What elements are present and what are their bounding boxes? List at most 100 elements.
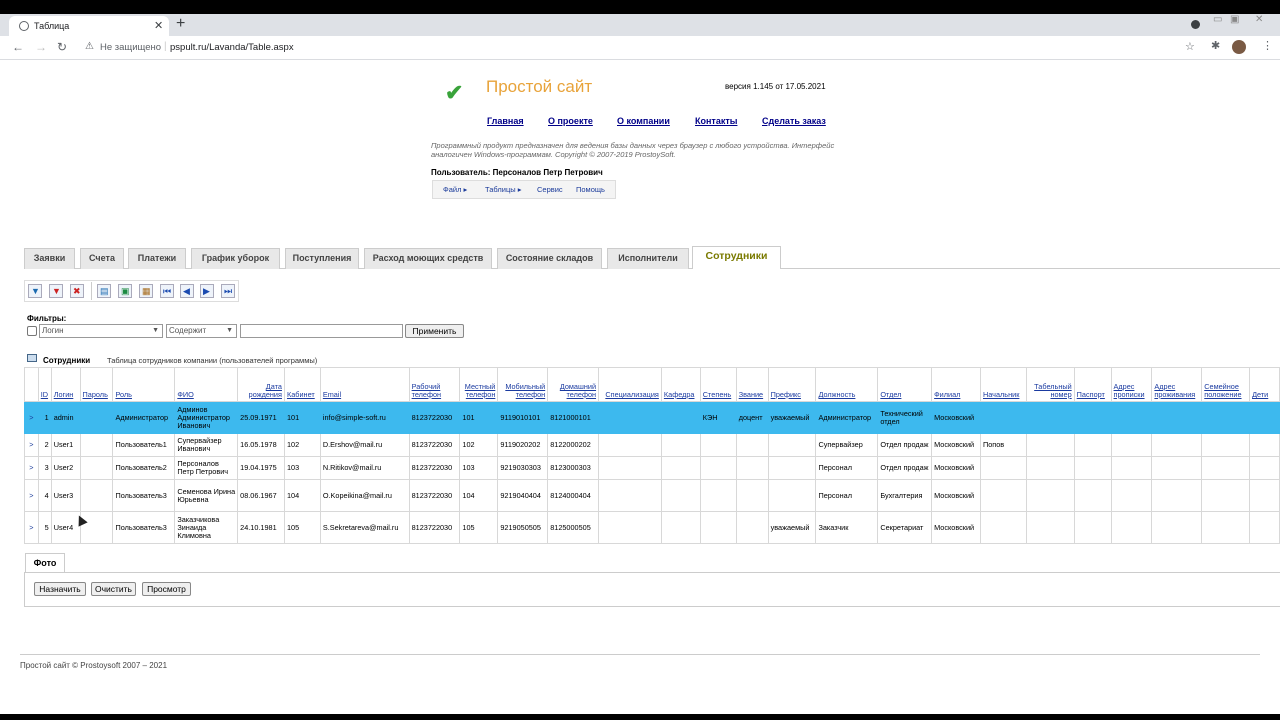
first-page-icon[interactable]: ⏮ (160, 284, 174, 298)
column-header-label[interactable]: Специализация (601, 391, 659, 399)
column-header-label[interactable]: Филиал (934, 391, 978, 399)
apply-button[interactable]: Применить (405, 324, 464, 338)
column-header[interactable]: Рабочий телефон (408, 367, 461, 402)
column-header[interactable]: Адрес прописки (1110, 367, 1153, 402)
column-header-label[interactable]: Логин (54, 391, 78, 399)
table-row[interactable]: >5 User4 Пользователь3 Заказчикова Зинаида … (24, 511, 1280, 544)
tab-receipts[interactable]: Поступления (285, 248, 359, 269)
column-header-label[interactable]: Дата рождения (240, 383, 282, 399)
column-header-label[interactable]: Мобильный телефон (500, 383, 545, 399)
tab-invoices[interactable]: Счета (80, 248, 124, 269)
nav-link-order[interactable]: Сделать заказ (762, 116, 826, 126)
filter-icon[interactable]: ▼ (28, 284, 42, 298)
tab-detergent-usage[interactable]: Расход моющих средств (364, 248, 492, 269)
filter-value-input[interactable] (240, 324, 403, 338)
column-header-label[interactable]: Адрес проживания (1154, 383, 1199, 399)
column-header[interactable]: Степень (699, 367, 737, 402)
copy-icon[interactable]: ▣ (118, 284, 132, 298)
column-header-label[interactable]: Отдел (880, 391, 929, 399)
last-page-icon[interactable]: ⏭ (221, 284, 235, 298)
column-header[interactable]: Звание (735, 367, 769, 402)
column-header-label[interactable]: ID (41, 391, 49, 399)
tab-payments[interactable]: Платежи (128, 248, 186, 269)
row-select-arrow[interactable]: > (24, 456, 39, 480)
column-header-label[interactable]: Email (323, 391, 407, 399)
tab-warehouse-state[interactable]: Состояние складов (497, 248, 602, 269)
security-label[interactable]: Не защищено (100, 42, 161, 53)
column-header-label[interactable]: ФИО (177, 391, 235, 399)
filter-condition-select[interactable]: Содержит ▼ (166, 324, 237, 338)
menu-dots-icon[interactable]: ⋮ (1262, 39, 1273, 52)
new-tab-button[interactable]: + (176, 15, 185, 33)
print-icon[interactable]: ▦ (139, 284, 153, 298)
column-header[interactable]: Семейное положение (1201, 367, 1251, 402)
browser-tab[interactable]: Таблица ✕ (9, 16, 169, 36)
url-text[interactable]: pspult.ru/Lavanda/Table.aspx (170, 42, 294, 53)
column-header-label[interactable]: Табельный номер (1029, 383, 1072, 399)
column-header-label[interactable]: Должность (818, 391, 875, 399)
avatar[interactable] (1232, 40, 1246, 54)
assign-button[interactable]: Назначить (34, 582, 86, 596)
column-header[interactable]: Местный телефон (459, 367, 499, 402)
warning-icon[interactable]: ⚠ (85, 41, 94, 52)
column-header[interactable]: Логин (50, 367, 81, 402)
bookmark-star-icon[interactable]: ☆ (1185, 40, 1195, 53)
tab-cleaning-schedule[interactable]: График уборок (191, 248, 280, 269)
column-header-label[interactable]: Семейное положение (1204, 383, 1247, 399)
menu-file[interactable]: Файл ▸ (443, 185, 467, 194)
column-header-label[interactable]: Дети (1252, 391, 1277, 399)
column-header[interactable]: Мобильный телефон (497, 367, 549, 402)
column-header-label[interactable]: Кабинет (287, 391, 318, 399)
column-header-label[interactable]: Адрес прописки (1114, 383, 1150, 399)
menu-service[interactable]: Сервис (537, 185, 563, 194)
tab-photo[interactable]: Фото (25, 553, 65, 573)
column-header[interactable]: Роль (112, 367, 176, 402)
tab-executors[interactable]: Исполнители (607, 248, 689, 269)
column-header-label[interactable]: Начальник (983, 391, 1024, 399)
column-header[interactable]: Кафедра (660, 367, 701, 402)
tab-employees[interactable]: Сотрудники (692, 246, 781, 269)
forward-icon[interactable]: → (35, 40, 47, 54)
tab-requests[interactable]: Заявки (24, 248, 75, 269)
column-header[interactable]: Префикс (767, 367, 817, 402)
row-select-arrow[interactable]: > (24, 433, 39, 457)
column-header[interactable]: Адрес проживания (1151, 367, 1203, 402)
column-header[interactable]: Специализация (598, 367, 662, 402)
column-header-label[interactable]: Паспорт (1077, 391, 1109, 399)
next-page-icon[interactable]: ▶ (200, 284, 214, 298)
column-header[interactable]: ID (37, 367, 52, 402)
column-header-label[interactable]: Кафедра (664, 391, 698, 399)
column-header[interactable]: Филиал (931, 367, 981, 402)
table-row[interactable]: >3 User2 Пользователь2 Персоналов Петр Петр… (24, 456, 1280, 480)
menu-tables[interactable]: Таблицы ▸ (485, 185, 522, 194)
clear-button[interactable]: Очистить (91, 582, 136, 596)
close-icon[interactable]: ✕ (154, 19, 163, 32)
menu-help[interactable]: Помощь (576, 185, 605, 194)
column-header[interactable]: Должность (815, 367, 879, 402)
table-row[interactable]: >1 admin Администратор Админов Администрато… (24, 401, 1280, 434)
row-select-arrow[interactable]: > (24, 511, 39, 544)
column-header[interactable]: Начальник (980, 367, 1027, 402)
column-header-label[interactable]: Пароль (83, 391, 111, 399)
address-bar[interactable]: ⚠ Не защищено | pspult.ru/Lavanda/Table.… (78, 39, 1208, 57)
column-header-label[interactable]: Звание (739, 391, 766, 399)
column-header[interactable]: Кабинет (283, 367, 321, 402)
preview-button[interactable]: Просмотр (142, 582, 191, 596)
window-close-icon[interactable]: ✕ (1255, 14, 1263, 25)
filter-enable-checkbox[interactable] (27, 326, 37, 336)
nav-link-home[interactable]: Главная (487, 116, 524, 126)
column-header[interactable]: Email (319, 367, 410, 402)
nav-link-project[interactable]: О проекте (548, 116, 593, 126)
row-select-arrow[interactable]: > (24, 401, 39, 434)
prev-page-icon[interactable]: ◀ (180, 284, 194, 298)
filter-remove-icon[interactable]: ✖ (70, 284, 84, 298)
column-header-label[interactable]: Роль (115, 391, 172, 399)
nav-link-contacts[interactable]: Контакты (695, 116, 737, 126)
table-row[interactable]: >2 User1 Пользователь1 Супервайзер Иванович… (24, 433, 1280, 457)
column-header[interactable]: Табельный номер (1025, 367, 1075, 402)
export-icon[interactable]: ▤ (97, 284, 111, 298)
reload-icon[interactable]: ↻ (57, 40, 67, 54)
column-header[interactable]: Дата рождения (237, 367, 285, 402)
column-header[interactable]: Отдел (877, 367, 933, 402)
table-row[interactable]: >4 User3 Пользователь3 Семенова Ирина Юрьев… (24, 479, 1280, 512)
